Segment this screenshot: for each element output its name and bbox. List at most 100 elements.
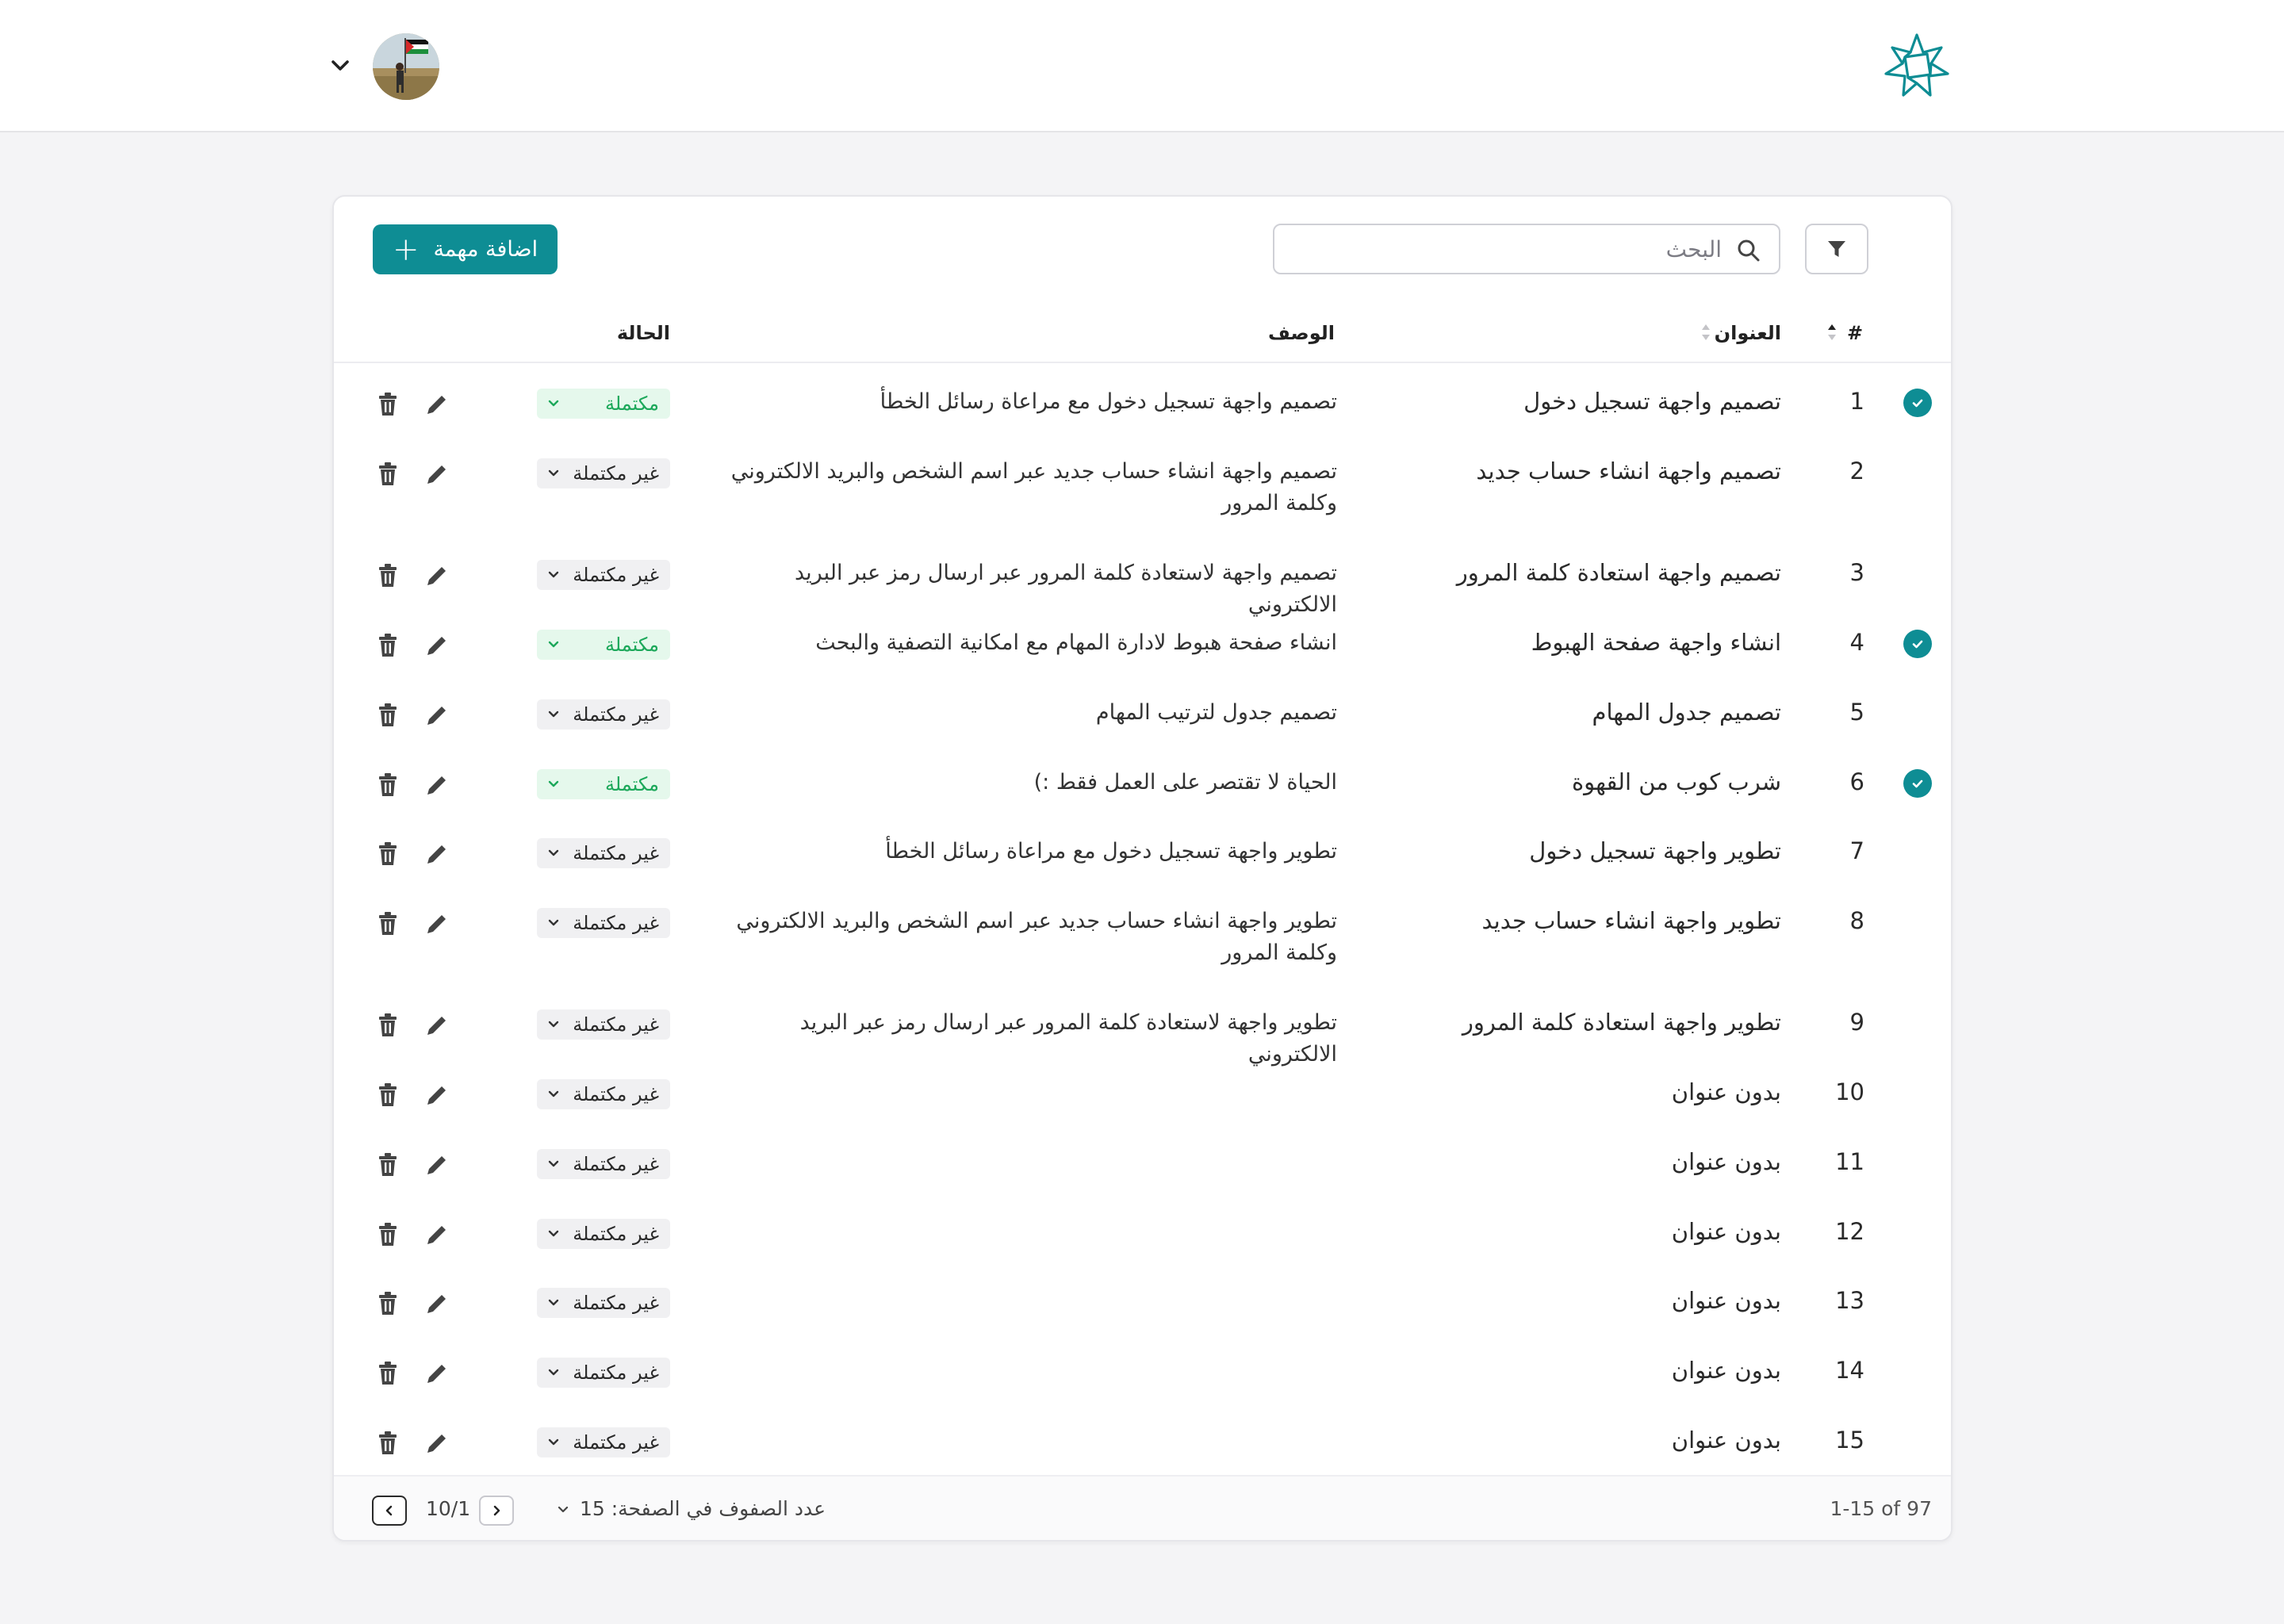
- status-select[interactable]: غير مكتملة: [537, 1427, 670, 1457]
- row-number: 2: [1849, 458, 1864, 485]
- row-number: 14: [1835, 1357, 1864, 1384]
- status-label: غير مكتملة: [573, 1083, 659, 1105]
- chevron-down-icon: [548, 469, 559, 477]
- trash-icon[interactable]: [374, 1289, 402, 1318]
- edit-pencil-icon[interactable]: [423, 561, 451, 590]
- check-circle-icon[interactable]: [1903, 389, 1932, 417]
- page-indicator: 10/1: [426, 1497, 471, 1520]
- edit-pencil-icon[interactable]: [423, 1151, 451, 1179]
- chevron-down-icon: [548, 400, 559, 407]
- row-number: 4: [1849, 629, 1864, 656]
- row-number: 9: [1849, 1009, 1864, 1036]
- edit-pencil-icon[interactable]: [423, 631, 451, 660]
- add-task-button[interactable]: اضافة مهمة +: [373, 224, 558, 274]
- trash-icon[interactable]: [374, 460, 402, 488]
- search-box[interactable]: [1273, 224, 1780, 274]
- task-title: تصميم واجهة انشاء حساب جديد: [1476, 458, 1781, 485]
- chevron-down-icon: [548, 919, 559, 926]
- search-input[interactable]: [1274, 225, 1779, 273]
- trash-icon[interactable]: [374, 1151, 402, 1179]
- status-label: غير مكتملة: [573, 1362, 659, 1384]
- trash-icon[interactable]: [374, 910, 402, 938]
- edit-pencil-icon[interactable]: [423, 1359, 451, 1388]
- edit-pencil-icon[interactable]: [423, 1289, 451, 1318]
- task-description: الحياة لا تقتصر على العمل فقط :): [1033, 770, 1337, 795]
- chevron-down-icon: [548, 1299, 559, 1306]
- column-header-number: #: [1847, 322, 1864, 344]
- task-description: انشاء صفحة هبوط لادارة المهام مع امكانية…: [815, 630, 1337, 655]
- chevron-down-icon: [548, 1230, 559, 1237]
- status-select[interactable]: غير مكتملة: [537, 1079, 670, 1109]
- next-page-button[interactable]: [479, 1496, 514, 1526]
- task-title: بدون عنوان: [1671, 1357, 1781, 1384]
- rows-per-page-value: 15: [579, 1497, 605, 1520]
- status-select[interactable]: مكتملة: [537, 389, 670, 419]
- trash-icon[interactable]: [374, 631, 402, 660]
- status-select[interactable]: غير مكتملة: [537, 699, 670, 730]
- trash-icon[interactable]: [374, 1011, 402, 1040]
- edit-pencil-icon[interactable]: [423, 840, 451, 868]
- task-description: تصميم واجهة انشاء حساب جديد عبر اسم الشخ…: [730, 459, 1337, 515]
- status-select[interactable]: غير مكتملة: [537, 1358, 670, 1388]
- edit-pencil-icon[interactable]: [423, 1429, 451, 1457]
- trash-icon[interactable]: [374, 701, 402, 730]
- trash-icon[interactable]: [374, 390, 402, 419]
- status-select[interactable]: غير مكتملة: [537, 560, 670, 590]
- row-number: 13: [1835, 1287, 1864, 1314]
- top-bar: [0, 0, 2284, 132]
- status-select[interactable]: غير مكتملة: [537, 1288, 670, 1318]
- edit-pencil-icon[interactable]: [423, 390, 451, 419]
- trash-icon[interactable]: [374, 1359, 402, 1388]
- edit-pencil-icon[interactable]: [423, 910, 451, 938]
- status-label: غير مكتملة: [573, 564, 659, 586]
- status-select[interactable]: مكتملة: [537, 769, 670, 799]
- trash-icon[interactable]: [374, 1081, 402, 1109]
- status-label: مكتملة: [604, 773, 659, 795]
- edit-pencil-icon[interactable]: [423, 1081, 451, 1109]
- task-title: تصميم واجهة استعادة كلمة المرور: [1456, 559, 1781, 586]
- sort-icon[interactable]: [1700, 320, 1711, 344]
- task-description: تطوير واجهة لاستعادة كلمة المرور عبر ارس…: [799, 1010, 1337, 1067]
- edit-pencil-icon[interactable]: [423, 1220, 451, 1249]
- status-select[interactable]: غير مكتملة: [537, 458, 670, 488]
- task-title: تطوير واجهة تسجيل دخول: [1529, 837, 1781, 864]
- status-label: غير مكتملة: [573, 1292, 659, 1314]
- chevron-down-icon[interactable]: [327, 52, 354, 79]
- status-label: غير مكتملة: [573, 1153, 659, 1175]
- edit-pencil-icon[interactable]: [423, 1011, 451, 1040]
- task-description: تصميم واجهة تسجيل دخول مع مراعاة رسائل ا…: [879, 389, 1337, 414]
- status-label: غير مكتملة: [573, 842, 659, 864]
- previous-page-button[interactable]: [372, 1496, 407, 1526]
- trash-icon[interactable]: [374, 1220, 402, 1249]
- filter-button[interactable]: [1805, 224, 1868, 274]
- chevron-down-icon: [548, 1369, 559, 1376]
- add-task-label: اضافة مهمة: [433, 237, 538, 262]
- user-avatar-icon[interactable]: [373, 33, 439, 100]
- task-title: بدون عنوان: [1671, 1287, 1781, 1314]
- trash-icon[interactable]: [374, 561, 402, 590]
- edit-pencil-icon[interactable]: [423, 460, 451, 488]
- trash-icon[interactable]: [374, 1429, 402, 1457]
- check-circle-icon[interactable]: [1903, 769, 1932, 798]
- trash-icon[interactable]: [374, 840, 402, 868]
- rows-per-page-select[interactable]: عدد الصفوف في الصفحة: 15: [556, 1497, 826, 1520]
- check-circle-icon[interactable]: [1903, 630, 1932, 658]
- filter-icon: [1828, 241, 1845, 257]
- edit-pencil-icon[interactable]: [423, 771, 451, 799]
- status-label: غير مكتملة: [573, 912, 659, 934]
- status-select[interactable]: مكتملة: [537, 630, 670, 660]
- task-title: بدون عنوان: [1671, 1148, 1781, 1175]
- trash-icon[interactable]: [374, 771, 402, 799]
- sort-ascending-icon[interactable]: [1826, 320, 1838, 344]
- status-select[interactable]: غير مكتملة: [537, 1219, 670, 1249]
- status-select[interactable]: غير مكتملة: [537, 908, 670, 938]
- status-label: غير مكتملة: [573, 1223, 659, 1245]
- status-select[interactable]: غير مكتملة: [537, 1149, 670, 1179]
- row-number: 12: [1835, 1218, 1864, 1245]
- status-select[interactable]: غير مكتملة: [537, 1009, 670, 1040]
- row-number: 5: [1849, 699, 1864, 726]
- edit-pencil-icon[interactable]: [423, 701, 451, 730]
- search-icon: [1738, 239, 1760, 262]
- status-select[interactable]: غير مكتملة: [537, 838, 670, 868]
- status-label: مكتملة: [604, 634, 659, 656]
